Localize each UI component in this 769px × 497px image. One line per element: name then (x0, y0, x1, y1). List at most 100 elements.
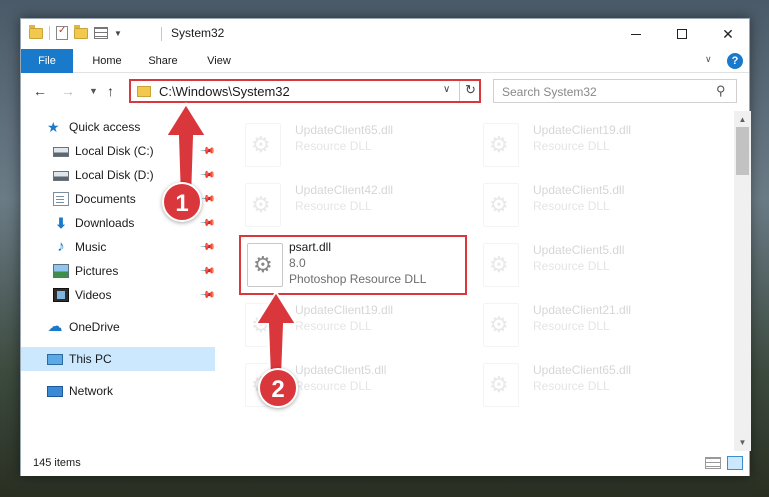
up-arrow-icon[interactable]: ↑ (107, 83, 114, 99)
dll-file-icon (483, 123, 519, 167)
pin-icon[interactable]: 📌 (199, 263, 216, 280)
status-bar: 145 items (21, 451, 749, 476)
drive-icon (53, 147, 69, 157)
file-type: Resource DLL (533, 319, 610, 333)
callout-badge-2: 2 (258, 368, 298, 408)
refresh-icon[interactable]: ↻ (465, 82, 476, 98)
file-name: UpdateClient5.dll (295, 363, 387, 377)
file-type: Resource DLL (533, 199, 610, 213)
search-icon[interactable]: ⚲ (716, 83, 726, 99)
file-type: Resource DLL (533, 139, 610, 153)
file-type: Resource DLL (533, 379, 610, 393)
pin-icon[interactable]: 📌 (199, 239, 216, 256)
nav-item-network[interactable]: Network (21, 379, 215, 403)
file-name: UpdateClient21.dll (533, 303, 632, 317)
file-version: 8.0 (289, 256, 306, 270)
nav-item-label: OneDrive (69, 320, 120, 334)
music-icon: ♪ (57, 238, 65, 255)
callout-arrow-2 (254, 290, 298, 377)
address-path[interactable]: C:\Windows\System32 (159, 84, 290, 99)
scrollbar-thumb[interactable] (736, 127, 749, 175)
vertical-scrollbar[interactable]: ▲ ▼ (734, 111, 751, 451)
close-button[interactable]: ✕ (705, 19, 751, 49)
ribbon-tabs: File Home Share View ∨ ? (21, 49, 749, 73)
file-item[interactable]: UpdateClient21.dll Resource DLL (483, 299, 713, 359)
file-item-psart-dll[interactable]: psart.dll 8.0 Photoshop Resource DLL (239, 235, 467, 295)
pin-icon[interactable]: 📌 (199, 287, 216, 304)
file-name: UpdateClient65.dll (533, 363, 632, 377)
file-item[interactable]: UpdateClient42.dll Resource DLL (245, 179, 475, 239)
customize-toolbar-chevron-icon[interactable]: ▼ (114, 29, 122, 38)
this-pc-icon (47, 354, 63, 365)
nav-item-label: Network (69, 384, 114, 398)
minimize-button[interactable] (613, 19, 659, 49)
file-item[interactable]: UpdateClient65.dll Resource DLL (483, 359, 713, 419)
nav-item-onedrive[interactable]: ☁ OneDrive (21, 315, 215, 339)
file-item[interactable]: UpdateClient5.dll Resource DLL (483, 239, 713, 299)
file-name: UpdateClient5.dll (533, 243, 625, 257)
address-separator (459, 81, 460, 101)
tab-view[interactable]: View (197, 49, 241, 73)
nav-item-label: Local Disk (D:) (75, 168, 154, 182)
search-placeholder[interactable]: Search System32 (502, 85, 597, 99)
scroll-up-arrow-icon[interactable]: ▲ (734, 111, 751, 128)
file-item[interactable]: UpdateClient65.dll Resource DLL (245, 119, 475, 179)
address-dropdown-chevron-icon[interactable]: ∨ (443, 84, 450, 95)
view-options-icon[interactable] (94, 27, 108, 39)
pin-icon[interactable]: 📌 (199, 215, 216, 232)
help-icon[interactable]: ? (727, 53, 743, 69)
recent-locations-chevron-icon[interactable]: ▼ (89, 86, 98, 96)
properties-icon[interactable] (56, 25, 68, 40)
large-icons-view-icon[interactable] (727, 456, 743, 470)
file-item[interactable]: UpdateClient5.dll Resource DLL (483, 179, 713, 239)
nav-item-label: Pictures (75, 264, 119, 278)
tab-home[interactable]: Home (81, 49, 133, 73)
new-folder-icon[interactable] (74, 24, 88, 39)
file-name: psart.dll (289, 240, 332, 254)
dll-file-icon (245, 183, 281, 227)
nav-item-this-pc[interactable]: This PC (21, 347, 215, 371)
dll-file-icon (483, 363, 519, 407)
file-type: Resource DLL (295, 139, 372, 153)
nav-item-label: Quick access (69, 120, 141, 134)
tab-file[interactable]: File (21, 49, 73, 73)
onedrive-icon: ☁ (47, 318, 63, 335)
file-name: UpdateClient42.dll (295, 183, 394, 197)
folder-icon (29, 24, 43, 39)
nav-item-label: Local Disk (C:) (75, 144, 154, 158)
drive-icon (53, 171, 69, 181)
forward-arrow-icon[interactable]: → (61, 83, 75, 99)
file-type: Resource DLL (295, 319, 372, 333)
window-title: System32 (171, 26, 225, 40)
file-type: Resource DLL (295, 199, 372, 213)
search-box[interactable]: Search System32 ⚲ (493, 79, 737, 103)
nav-item-music[interactable]: ♪ Music 📌 (21, 235, 215, 259)
maximize-button[interactable] (659, 19, 705, 49)
star-icon: ★ (47, 119, 60, 135)
pictures-icon (53, 264, 69, 278)
dll-file-icon (245, 123, 281, 167)
dll-file-icon (483, 303, 519, 347)
tab-share[interactable]: Share (141, 49, 185, 73)
address-row: ← → ▼ ↑ C:\Windows\System32 ∨ ↻ Search S… (21, 75, 749, 109)
nav-item-videos[interactable]: Videos 📌 (21, 283, 216, 307)
item-count: 145 items (33, 457, 81, 469)
details-view-icon[interactable] (705, 457, 721, 469)
dll-file-icon (483, 183, 519, 227)
scroll-down-arrow-icon[interactable]: ▼ (734, 434, 751, 451)
explorer-window: ▼ System32 ✕ File Home Share View ∨ ? ← … (20, 18, 751, 476)
file-name: UpdateClient19.dll (533, 123, 632, 137)
file-item[interactable]: UpdateClient19.dll Resource DLL (483, 119, 713, 179)
close-icon: ✕ (722, 25, 734, 42)
nav-item-pictures[interactable]: Pictures 📌 (21, 259, 216, 283)
toolbar-separator (49, 26, 50, 40)
file-type: Photoshop Resource DLL (289, 272, 427, 286)
back-arrow-icon[interactable]: ← (33, 83, 47, 99)
file-type: Resource DLL (295, 379, 372, 393)
file-list: UpdateClient65.dll Resource DLL UpdateCl… (217, 111, 735, 451)
file-name: UpdateClient65.dll (295, 123, 394, 137)
nav-item-label: Videos (75, 288, 112, 302)
expand-ribbon-chevron-icon[interactable]: ∨ (705, 54, 712, 65)
file-name: UpdateClient19.dll (295, 303, 394, 317)
address-bar[interactable]: C:\Windows\System32 ∨ ↻ (129, 79, 481, 103)
